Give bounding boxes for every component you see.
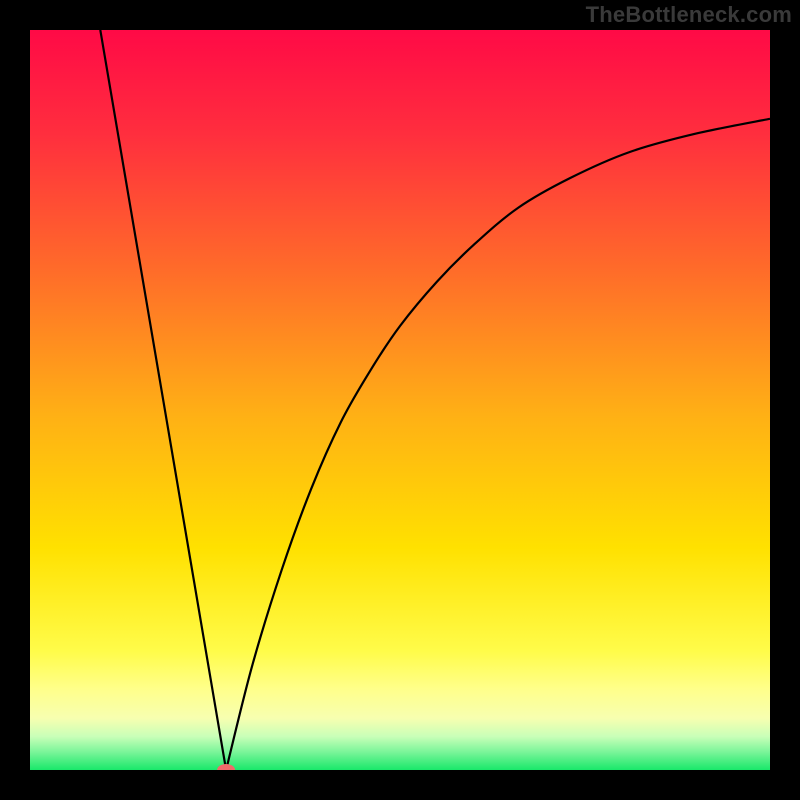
- chart-svg: [30, 30, 770, 770]
- chart-frame: TheBottleneck.com: [0, 0, 800, 800]
- gradient-background: [30, 30, 770, 770]
- plot-area: [30, 30, 770, 770]
- watermark-text: TheBottleneck.com: [586, 2, 792, 28]
